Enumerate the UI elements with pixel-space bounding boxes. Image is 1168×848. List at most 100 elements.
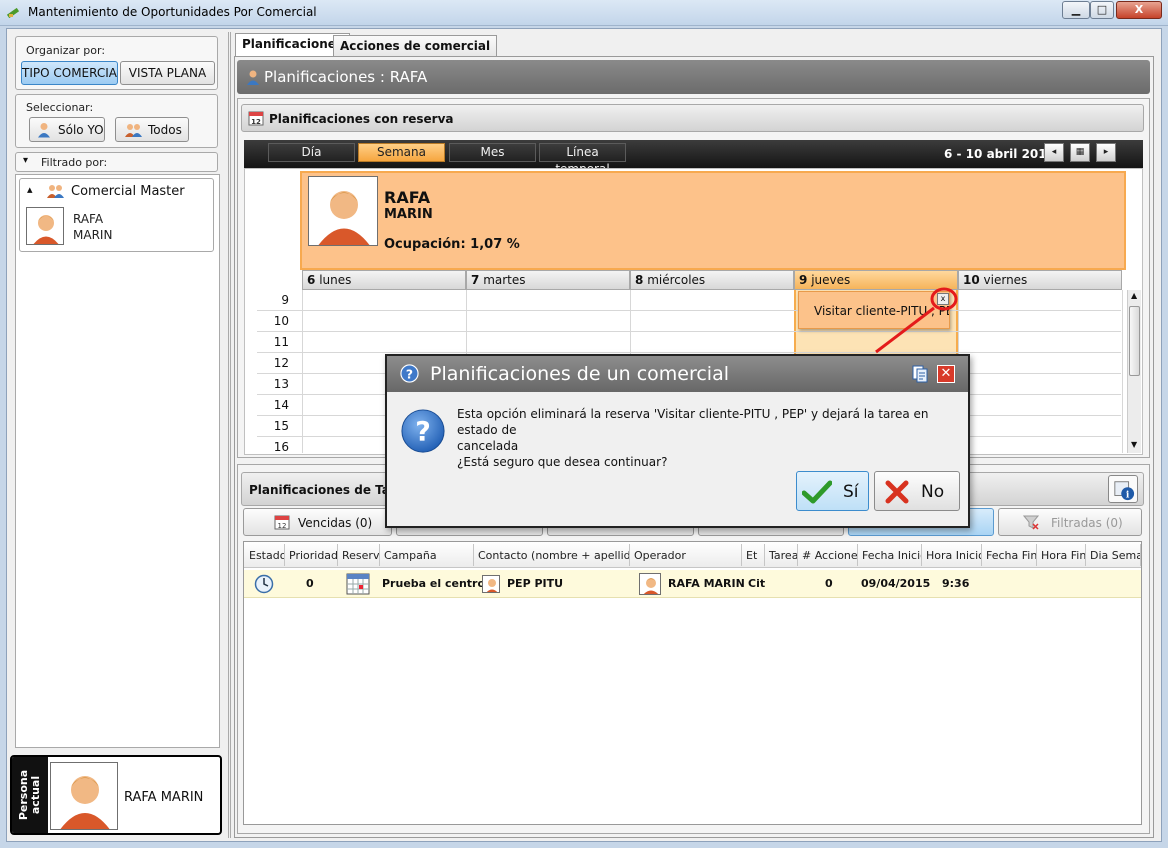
copy-icon[interactable] <box>911 365 929 383</box>
cell-start-date: 09/04/2015 <box>861 577 931 590</box>
cell-stage: Cit <box>748 577 766 590</box>
all-label: Todos <box>148 123 182 137</box>
message-line-1: Esta opción eliminará la reserva 'Visita… <box>457 407 929 437</box>
current-person-name: RAFA MARIN <box>124 790 204 805</box>
organize-flat-button[interactable]: VISTA PLANA <box>120 61 215 85</box>
view-day-button[interactable]: Día <box>268 143 355 162</box>
tab-acciones-comercial[interactable]: Acciones de comercial <box>333 35 498 57</box>
clock-icon <box>254 574 274 594</box>
scroll-up-icon[interactable]: ▲ <box>1131 291 1137 300</box>
user-icon <box>247 70 259 85</box>
occupation-label: Ocupación: 1,07 % <box>384 237 520 252</box>
hour-line <box>257 331 1121 332</box>
calendar-icon: 12 <box>248 111 264 126</box>
view-week-button[interactable]: Semana <box>358 143 445 162</box>
minimize-button[interactable]: ▁ <box>1062 1 1090 19</box>
filter-tree <box>15 174 220 748</box>
current-person-avatar <box>50 762 118 830</box>
col-et[interactable]: Et <box>743 544 765 566</box>
expired-filter-label: Vencidas (0) <box>298 516 373 530</box>
member-last-name: MARIN <box>73 228 113 242</box>
resource-last-name: MARIN <box>384 207 433 222</box>
yes-button[interactable]: Sí <box>796 471 869 511</box>
highlight-annotation <box>875 287 958 354</box>
only-me-button[interactable]: Sólo YO <box>29 117 105 142</box>
no-label: No <box>921 482 945 502</box>
day-header-friday[interactable]: 10 viernes <box>958 270 1122 290</box>
group-comercial-master[interactable]: ▴ Comercial Master RAFA MARIN <box>19 178 214 252</box>
col-reserva[interactable]: Reserva <box>339 544 380 566</box>
hour-line <box>257 352 1121 353</box>
prev-week-button[interactable]: ◂ <box>1044 143 1064 162</box>
group-name: Comercial Master <box>71 184 185 199</box>
dialog-message: Esta opción eliminará la reserva 'Visita… <box>457 406 962 470</box>
chevron-up-icon[interactable]: ▴ <box>27 183 33 196</box>
dialog-title: Planificaciones de un comercial <box>430 363 729 385</box>
users-icon <box>125 124 142 137</box>
calendar-grid-icon <box>346 573 370 595</box>
resource-avatar <box>308 176 378 246</box>
current-person-label: Persona actual <box>17 769 42 821</box>
hour-label: 9 <box>281 293 289 307</box>
calendar-scrollbar[interactable]: ▲ ▼ <box>1127 290 1141 453</box>
organize-type-button[interactable]: TIPO COMERCIA <box>21 61 118 85</box>
svg-text:12: 12 <box>251 118 261 126</box>
yes-label: Sí <box>843 482 859 502</box>
no-button[interactable]: No <box>874 471 960 511</box>
svg-text:12: 12 <box>278 522 287 530</box>
col-contacto[interactable]: Contacto (nombre + apellidos) <box>475 544 630 566</box>
cell-operator: RAFA MARIN <box>668 577 745 590</box>
chevron-down-icon: ▾ <box>23 155 29 166</box>
col-hora-inicio[interactable]: Hora Inicio <box>923 544 982 566</box>
splitter[interactable] <box>228 32 231 838</box>
user-icon <box>38 123 50 138</box>
users-icon <box>47 185 64 198</box>
dialog-close-button[interactable]: ✕ <box>937 365 955 383</box>
hour-label: 10 <box>273 314 289 328</box>
message-line-2: cancelada <box>457 439 519 453</box>
scroll-thumb[interactable] <box>1129 306 1140 376</box>
view-month-button[interactable]: Mes <box>449 143 536 162</box>
expired-filter-button[interactable]: 12 Vencidas (0) <box>243 508 392 536</box>
day-number: 7 <box>471 273 480 287</box>
info-button[interactable]: i <box>1108 475 1138 503</box>
maximize-button[interactable]: □ <box>1090 1 1114 19</box>
question-icon: ? <box>400 364 419 383</box>
col-fecha-fin[interactable]: Fecha Fin <box>983 544 1037 566</box>
view-timeline-button[interactable]: Línea temporal <box>539 143 626 176</box>
scroll-down-icon[interactable]: ▼ <box>1131 440 1137 449</box>
day-line <box>1122 290 1123 453</box>
filter-header[interactable]: ▾ Filtrado por: <box>15 152 218 172</box>
app-icon <box>6 7 20 19</box>
filtered-filter-button[interactable]: Filtradas (0) <box>998 508 1142 536</box>
filtered-filter-label: Filtradas (0) <box>1051 516 1123 530</box>
calendar-icon: 12 <box>274 515 290 530</box>
all-button[interactable]: Todos <box>115 117 189 142</box>
col-prioridad[interactable]: Prioridad <box>286 544 338 566</box>
col-acciones[interactable]: # Acciones <box>799 544 858 566</box>
col-operador[interactable]: Operador <box>631 544 742 566</box>
big-question-icon: ? <box>401 409 445 453</box>
next-week-button[interactable]: ▸ <box>1096 143 1116 162</box>
only-me-label: Sólo YO <box>58 123 104 137</box>
hour-label: 11 <box>273 335 289 349</box>
col-campana[interactable]: Campaña <box>381 544 474 566</box>
day-name: miércoles <box>647 273 706 287</box>
day-header-monday[interactable]: 6 lunes <box>302 270 466 290</box>
today-button[interactable]: ▦ <box>1070 143 1090 162</box>
calendar-toolbar: Día Semana Mes Línea temporal 6 - 10 abr… <box>244 140 1143 176</box>
col-estado[interactable]: Estado <box>246 544 285 566</box>
col-dia-semana[interactable]: Dia Semana <box>1087 544 1141 566</box>
col-tarea[interactable]: Tarea <box>766 544 798 566</box>
day-header-wednesday[interactable]: 8 miércoles <box>630 270 794 290</box>
col-fecha-inicio[interactable]: Fecha Inicio <box>859 544 922 566</box>
col-hora-fin[interactable]: Hora Fin <box>1038 544 1086 566</box>
planning-header: Planificaciones : RAFA <box>237 60 1150 94</box>
close-window-button[interactable]: X <box>1116 1 1162 19</box>
hour-label: 16 <box>273 440 289 454</box>
svg-text:?: ? <box>415 417 431 448</box>
svg-text:i: i <box>1126 489 1130 500</box>
hour-line <box>257 310 1121 311</box>
hour-label: 15 <box>273 419 289 433</box>
day-header-tuesday[interactable]: 7 martes <box>466 270 630 290</box>
